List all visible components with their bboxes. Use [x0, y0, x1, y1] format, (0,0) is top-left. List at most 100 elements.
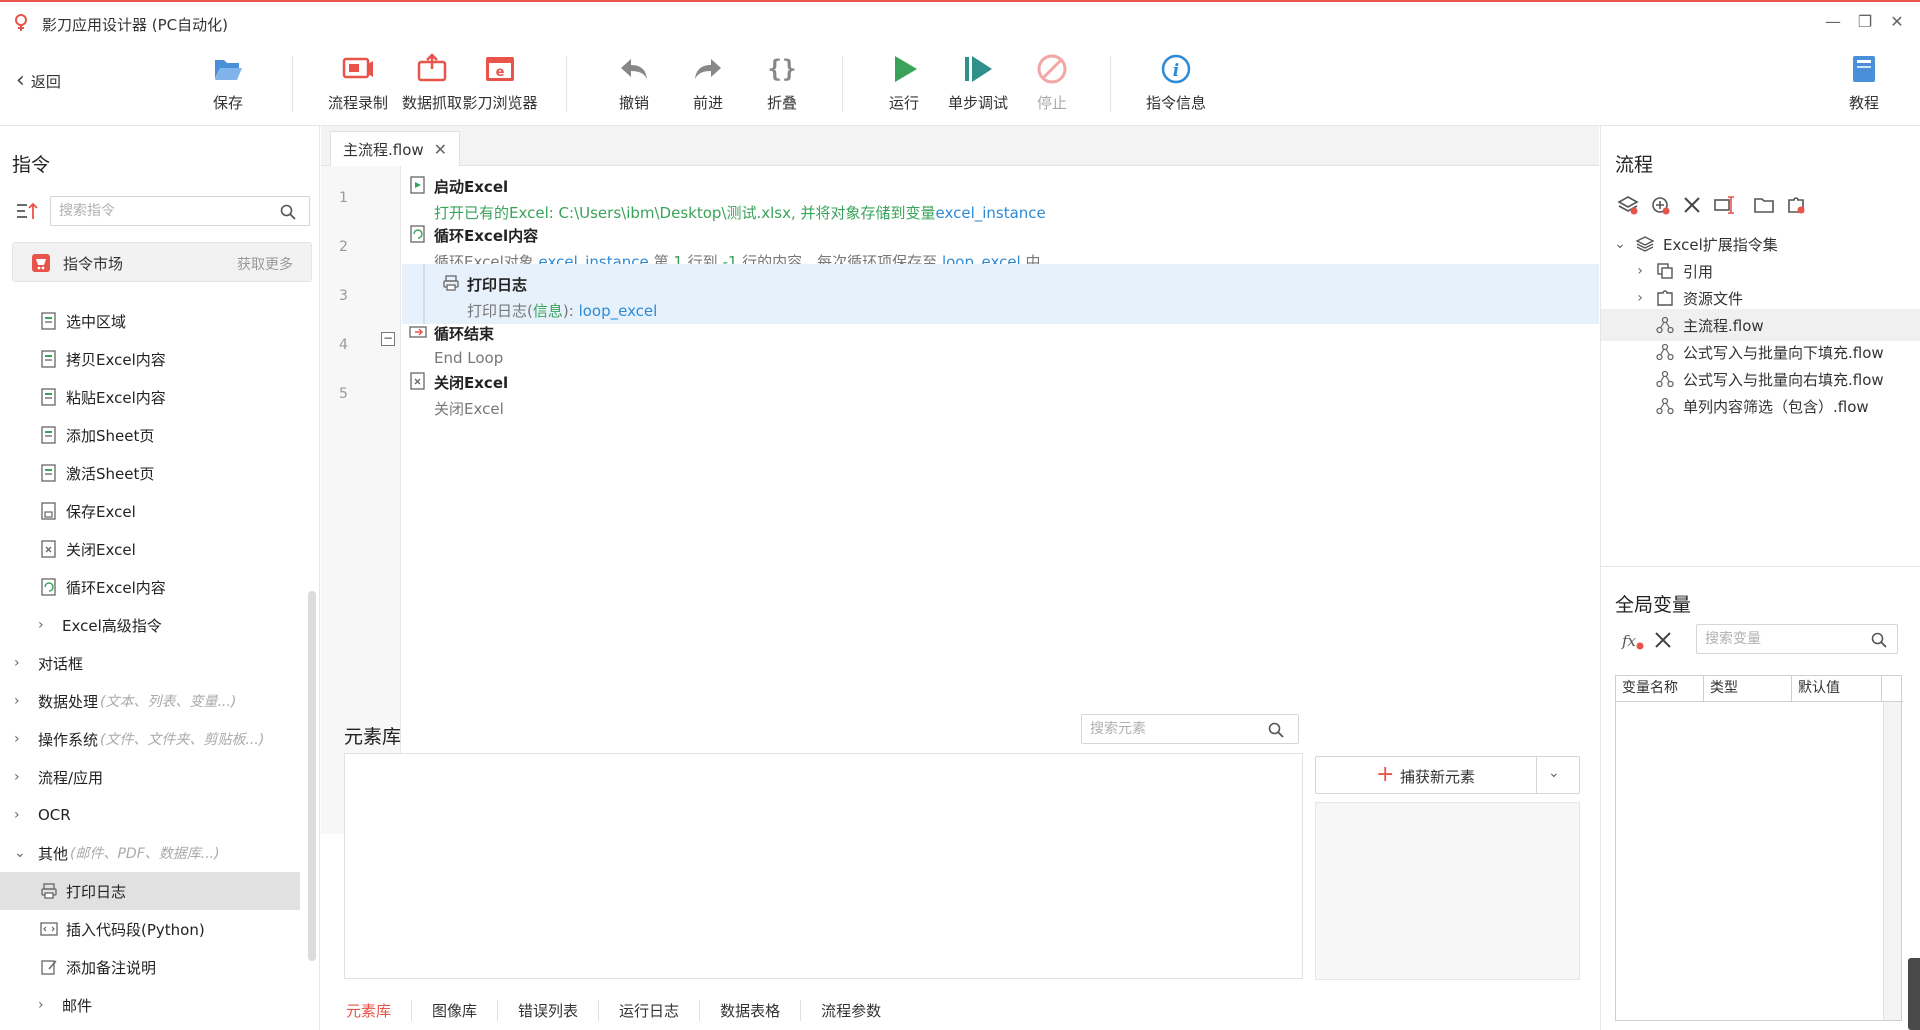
yingdao-browser-button[interactable]: e 影刀浏览器	[462, 52, 538, 116]
chevron-right-icon: ›	[14, 655, 20, 671]
add-flow-icon[interactable]	[1649, 194, 1671, 216]
tutorial-button[interactable]: 教程	[1826, 52, 1902, 116]
redo-button[interactable]: 前进	[670, 52, 746, 116]
command-group[interactable]: › 数据处理 (文本、列表、变量...)	[0, 682, 300, 720]
printer-icon	[443, 275, 459, 291]
command-group[interactable]: › Excel高级指令	[0, 606, 300, 644]
loop-excel-icon	[41, 578, 56, 596]
command-list: 选中区域 拷贝Excel内容 粘贴Excel内容 添加Sheet页 激活Shee…	[0, 302, 305, 1030]
command-item[interactable]: 激活Sheet页	[0, 454, 300, 492]
back-button[interactable]: ‹ 返回	[16, 69, 61, 93]
command-group[interactable]: › 邮件	[0, 986, 300, 1024]
command-item[interactable]: 循环Excel内容	[0, 568, 300, 606]
flow-file-icon	[1656, 397, 1674, 415]
excel-command-icon	[41, 426, 56, 444]
search-icon[interactable]	[280, 204, 296, 220]
command-item[interactable]: 保存Excel	[0, 492, 300, 530]
get-more-link[interactable]: 获取更多	[237, 254, 293, 274]
command-group[interactable]: › 流程/应用	[0, 758, 300, 796]
close-icon[interactable]: ✕	[434, 140, 447, 159]
tree-node-flow[interactable]: 单列内容筛选（包含）.flow	[1601, 390, 1920, 422]
tab-run-log[interactable]: 运行日志	[599, 999, 701, 1021]
tab-label: 主流程.flow	[343, 140, 424, 159]
command-search-input[interactable]	[50, 196, 310, 226]
command-item[interactable]: 添加Sheet页	[0, 416, 300, 454]
column-header[interactable]: 默认值	[1792, 676, 1882, 701]
command-item[interactable]: 粘贴Excel内容	[0, 378, 300, 416]
record-flow-button[interactable]: 流程录制	[320, 52, 396, 116]
book-icon	[1853, 56, 1875, 82]
chevron-down-icon[interactable]: ⌄	[1548, 765, 1568, 785]
tab-error-list[interactable]: 错误列表	[498, 999, 600, 1021]
fold-button[interactable]: {} 折叠	[744, 52, 820, 116]
command-item[interactable]: 插入代码段(Python)	[0, 910, 300, 948]
command-group[interactable]: ⌄ 其他 (邮件、PDF、数据库...)	[0, 834, 300, 872]
delete-variable-icon[interactable]	[1653, 630, 1673, 650]
command-group[interactable]: › 操作系统 (文件、文件夹、剪贴板...)	[0, 720, 300, 758]
line-number: 4	[339, 337, 348, 353]
close-window-icon[interactable]: ✕	[1882, 10, 1912, 34]
search-icon[interactable]	[1268, 722, 1284, 738]
chevron-right-icon: ›	[14, 807, 20, 823]
commands-scrollbar[interactable]	[308, 591, 316, 961]
sort-icon[interactable]	[16, 201, 38, 221]
column-header[interactable]: 类型	[1704, 676, 1792, 701]
layers-icon[interactable]	[1617, 194, 1639, 216]
data-scrape-button[interactable]: 数据抓取	[394, 52, 470, 116]
loop-excel-icon	[410, 225, 425, 243]
restore-icon[interactable]: ❐	[1850, 10, 1880, 34]
undo-icon	[621, 59, 647, 79]
minimize-icon[interactable]: —	[1818, 10, 1848, 34]
flow-file-icon	[1656, 370, 1674, 388]
fold-toggle-icon[interactable]: −	[381, 332, 395, 346]
save-button[interactable]: 保存	[190, 52, 266, 116]
info-icon: i	[1161, 54, 1191, 84]
command-item[interactable]: 拷贝Excel内容	[0, 340, 300, 378]
tab-data-table[interactable]: 数据表格	[700, 999, 802, 1021]
column-header[interactable]: 变量名称	[1616, 676, 1704, 701]
folder-icon[interactable]	[1753, 194, 1775, 216]
global-variables-title: 全局变量	[1615, 594, 1692, 616]
search-icon[interactable]	[1871, 632, 1887, 648]
svg-text:e: e	[496, 65, 505, 80]
chevron-right-icon: ›	[14, 769, 20, 785]
step-play-icon	[965, 56, 992, 82]
side-handle[interactable]	[1908, 958, 1920, 1030]
element-search-input[interactable]	[1081, 714, 1299, 744]
command-group[interactable]: › 对话框	[0, 644, 300, 682]
flow-file-icon	[1656, 316, 1674, 334]
command-group[interactable]: › OCR	[0, 796, 300, 834]
command-item[interactable]: 添加备注说明	[0, 948, 300, 986]
undo-button[interactable]: 撤销	[596, 52, 672, 116]
record-icon	[342, 57, 373, 79]
market-icon	[32, 254, 50, 272]
capture-element-button[interactable]: + 捕获新元素 ⌄	[1315, 756, 1580, 794]
tab-element-library[interactable]: 元素库	[344, 999, 413, 1021]
command-item[interactable]: 选中区域	[0, 302, 300, 340]
tab-image-library[interactable]: 图像库	[412, 999, 499, 1021]
add-variable-fx-icon[interactable]: fx	[1621, 630, 1645, 652]
line-number: 3	[339, 288, 348, 304]
tab-flow-params[interactable]: 流程参数	[801, 1000, 901, 1021]
flow-step[interactable]: 关闭Excel 关闭Excel	[402, 362, 1599, 422]
command-info-button[interactable]: i 指令信息	[1138, 52, 1214, 116]
flow-tree: ⌄ Excel扩展指令集 › 引用 › 资源文件 主流程.flow 公式写入与批量向下…	[1601, 228, 1920, 468]
chevron-right-icon: ›	[1637, 263, 1643, 279]
element-list-area	[344, 753, 1303, 979]
stop-button[interactable]: 停止	[1014, 52, 1090, 116]
command-market-button[interactable]: 指令市场 获取更多	[12, 242, 312, 282]
add-module-icon[interactable]	[1785, 194, 1807, 216]
command-item[interactable]: 打印日志	[0, 872, 300, 910]
variable-table-scrollbar[interactable]	[1883, 702, 1901, 1020]
delete-icon[interactable]	[1681, 194, 1703, 216]
variable-search-input[interactable]	[1696, 624, 1898, 654]
element-library-title: 元素库	[344, 726, 402, 748]
folder-open-icon	[215, 60, 242, 80]
tab-main-flow[interactable]: 主流程.flow ✕	[330, 131, 461, 166]
command-item[interactable]: 关闭Excel	[0, 530, 300, 568]
run-button[interactable]: 运行	[866, 52, 942, 116]
rename-icon[interactable]	[1713, 194, 1735, 216]
excel-command-icon	[41, 464, 56, 482]
commands-title: 指令	[12, 154, 51, 176]
step-debug-button[interactable]: 单步调试	[940, 52, 1016, 116]
